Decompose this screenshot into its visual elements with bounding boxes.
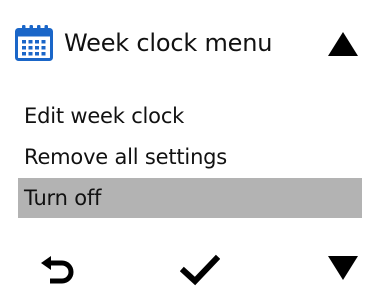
calendar-icon [15,25,53,61]
display-screen: Week clock menu Edit week clock Remove a… [0,0,382,289]
back-arrow-icon[interactable] [38,256,76,289]
triangle-down-icon[interactable] [326,254,360,282]
menu-list: Edit week clock Remove all settings Turn… [0,96,382,218]
bottom-nav [0,246,382,289]
menu-item-remove-all-settings[interactable]: Remove all settings [0,137,382,177]
menu-item-label: Turn off [24,186,102,210]
menu-item-label: Edit week clock [24,104,185,128]
menu-item-edit-week-clock[interactable]: Edit week clock [0,96,382,136]
triangle-up-icon[interactable] [326,30,360,58]
checkmark-icon[interactable] [180,254,220,286]
menu-item-turn-off[interactable]: Turn off [18,178,362,218]
menu-item-label: Remove all settings [24,145,228,169]
header: Week clock menu [0,0,382,84]
page-title: Week clock menu [64,29,273,57]
